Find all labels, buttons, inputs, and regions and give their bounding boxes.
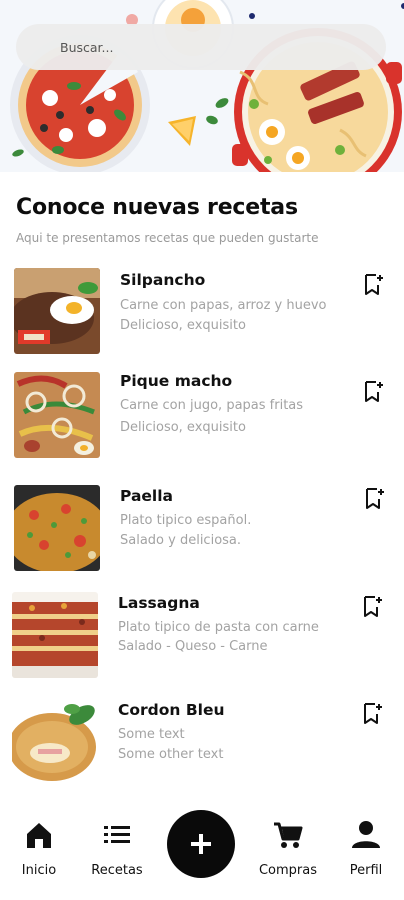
recipe-tags: Salado y deliciosa. xyxy=(120,533,242,548)
recipe-tags: Delicioso, exquisito xyxy=(120,318,246,333)
nav-item-recipes[interactable]: Recetas xyxy=(82,820,152,878)
bottom-navigation: Inicio Recetas Compras Perfil xyxy=(0,800,404,900)
recipe-description: Plato tipico español. xyxy=(120,513,252,528)
recipe-image-cordon-bleu xyxy=(12,699,98,785)
section-title: Conoce nuevas recetas xyxy=(16,195,298,220)
recipe-name: Silpancho xyxy=(120,271,206,289)
search-input[interactable] xyxy=(60,39,360,55)
hero-banner xyxy=(0,0,404,172)
section-subtitle: Aqui te presentamos recetas que pueden g… xyxy=(16,231,319,245)
nav-label-profile: Perfil xyxy=(349,863,383,878)
recipe-image-pique-macho xyxy=(14,372,100,458)
recipe-description: Some text xyxy=(118,727,185,742)
bookmark-add-icon[interactable] xyxy=(364,487,386,511)
nav-item-cart[interactable]: Compras xyxy=(253,820,323,878)
home-icon xyxy=(27,823,51,848)
nav-label-recipes: Recetas xyxy=(91,863,143,878)
bookmark-add-icon[interactable] xyxy=(362,702,384,726)
recipe-card-cordon-bleu[interactable]: Cordon Bleu Some text Some other text xyxy=(0,699,404,789)
recipe-image-paella xyxy=(14,485,100,571)
recipe-tags: Some other text xyxy=(118,747,224,762)
bookmark-add-icon[interactable] xyxy=(362,595,384,619)
recipe-description: Plato tipico de pasta con carne xyxy=(118,620,319,635)
person-icon xyxy=(352,821,380,848)
cart-icon xyxy=(274,822,303,848)
search-bar[interactable] xyxy=(16,24,386,70)
nav-item-home[interactable]: Inicio xyxy=(4,820,74,878)
recipe-tags: Salado - Queso - Carne xyxy=(118,639,268,654)
plus-icon xyxy=(191,834,211,854)
nav-label-cart: Compras xyxy=(258,863,318,878)
recipe-card-pique-macho[interactable]: Pique macho Carne con jugo, papas fritas… xyxy=(0,372,404,462)
recipe-name: Pique macho xyxy=(120,372,233,390)
bookmark-add-icon[interactable] xyxy=(363,273,385,297)
recipe-card-silpancho[interactable]: Silpancho Carne con papas, arroz y huevo… xyxy=(0,268,404,358)
add-recipe-button[interactable] xyxy=(167,810,235,878)
recipe-tags: Delicioso, exquisito xyxy=(120,420,246,435)
bookmark-add-icon[interactable] xyxy=(363,380,385,404)
nav-label-home: Inicio xyxy=(21,863,57,878)
recipe-name: Cordon Bleu xyxy=(118,701,225,719)
recipe-name: Lassagna xyxy=(118,594,200,612)
recipe-name: Paella xyxy=(120,487,174,505)
nav-item-profile[interactable]: Perfil xyxy=(331,820,401,878)
recipe-description: Carne con papas, arroz y huevo xyxy=(120,298,327,313)
recipe-image-lassagna xyxy=(12,592,98,678)
recipe-card-paella[interactable]: Paella Plato tipico español. Salado y de… xyxy=(0,485,404,575)
recipe-description: Carne con jugo, papas fritas xyxy=(120,398,304,413)
recipe-image-silpancho xyxy=(14,268,100,354)
list-icon xyxy=(104,826,130,843)
recipe-card-lassagna[interactable]: Lassagna Plato tipico de pasta con carne… xyxy=(0,592,404,682)
